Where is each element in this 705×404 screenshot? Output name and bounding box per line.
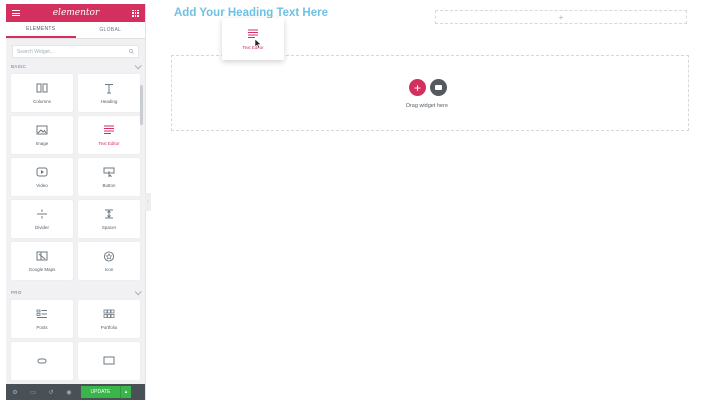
widget-label: Google Maps bbox=[28, 266, 56, 272]
columns-icon bbox=[36, 83, 48, 94]
plus-icon: + bbox=[558, 12, 564, 22]
panel-footer: ⚙ ▭ ↺ ◉ UPDATE ▴ bbox=[6, 384, 145, 400]
widget-label: Icon bbox=[104, 266, 114, 272]
widget-pro-more-2[interactable] bbox=[78, 342, 140, 380]
widgets-grid-icon[interactable] bbox=[132, 9, 139, 17]
widget-posts[interactable]: Posts bbox=[11, 300, 73, 338]
widget-divider[interactable]: Divider bbox=[11, 200, 73, 238]
widget-button[interactable]: Button bbox=[78, 158, 140, 196]
pro-widgets: Posts Portfolio bbox=[6, 300, 145, 380]
collapse-panel-button[interactable]: ‹ bbox=[145, 193, 151, 211]
panel-scrollbar[interactable] bbox=[140, 85, 143, 125]
widget-text-editor[interactable]: Text Editor bbox=[78, 116, 140, 154]
add-section-placeholder[interactable]: + bbox=[435, 10, 687, 24]
history-icon[interactable]: ↺ bbox=[42, 389, 60, 396]
drop-area[interactable]: + Drag widget here bbox=[171, 55, 689, 131]
dragging-widget-ghost: Text Editor bbox=[222, 18, 284, 60]
mouse-cursor-icon bbox=[254, 38, 262, 49]
section-basic-label: BASIC bbox=[11, 63, 27, 69]
slides-icon bbox=[103, 356, 115, 367]
image-icon bbox=[36, 125, 48, 136]
elementor-logo: elementor bbox=[52, 8, 100, 18]
panel-header: elementor bbox=[6, 4, 145, 22]
widget-label: Button bbox=[102, 182, 116, 188]
widget-google-maps[interactable]: Google Maps bbox=[11, 242, 73, 280]
panel-tabs: ELEMENTS GLOBAL bbox=[6, 22, 145, 39]
widget-label: Text Editor bbox=[98, 140, 120, 146]
add-section-button[interactable]: + bbox=[409, 79, 426, 96]
search-placeholder: Search Widget... bbox=[17, 48, 54, 55]
chevron-down-icon bbox=[134, 61, 142, 69]
settings-icon[interactable]: ⚙ bbox=[6, 389, 24, 396]
drop-area-text: Drag widget here bbox=[406, 103, 448, 109]
widget-spacer[interactable]: Spacer bbox=[78, 200, 140, 238]
chevron-down-icon bbox=[134, 287, 142, 295]
text-editor-icon bbox=[103, 125, 115, 136]
widget-search-input[interactable]: Search Widget... bbox=[12, 45, 139, 58]
widget-video[interactable]: Video bbox=[11, 158, 73, 196]
widget-label: Portfolio bbox=[100, 324, 118, 330]
widget-label: Posts bbox=[36, 324, 48, 330]
google-maps-icon bbox=[36, 251, 48, 262]
widget-icon[interactable]: Icon bbox=[78, 242, 140, 280]
button-icon bbox=[103, 167, 115, 178]
navigator-icon[interactable]: ▭ bbox=[24, 389, 42, 396]
heading-icon bbox=[103, 83, 115, 94]
drop-area-buttons: + bbox=[409, 79, 447, 96]
widget-label: Image bbox=[35, 140, 49, 146]
basic-widgets: Columns Heading Image Text Editor Video … bbox=[6, 74, 145, 280]
video-icon bbox=[36, 167, 48, 178]
widget-columns[interactable]: Columns bbox=[11, 74, 73, 112]
divider-icon bbox=[36, 209, 48, 220]
star-icon bbox=[103, 250, 115, 262]
form-icon bbox=[36, 356, 48, 367]
widget-heading[interactable]: Heading bbox=[78, 74, 140, 112]
update-options-button[interactable]: ▴ bbox=[120, 386, 131, 398]
posts-icon bbox=[36, 309, 48, 320]
widget-portfolio[interactable]: Portfolio bbox=[78, 300, 140, 338]
section-pro[interactable]: PRO bbox=[6, 284, 145, 300]
widget-label: Heading bbox=[100, 98, 118, 104]
elementor-panel: elementor ELEMENTS GLOBAL Search Widget.… bbox=[6, 4, 146, 400]
tab-elements[interactable]: ELEMENTS bbox=[6, 22, 76, 38]
portfolio-icon bbox=[103, 309, 115, 320]
template-library-button[interactable] bbox=[430, 79, 447, 96]
section-pro-label: PRO bbox=[11, 289, 22, 295]
widget-label: Spacer bbox=[101, 224, 117, 230]
tab-global[interactable]: GLOBAL bbox=[76, 22, 146, 38]
widget-label: Video bbox=[36, 182, 48, 188]
update-button[interactable]: UPDATE bbox=[81, 386, 120, 398]
folder-icon bbox=[435, 85, 442, 90]
widget-label: Divider bbox=[34, 224, 49, 230]
preview-icon[interactable]: ◉ bbox=[60, 389, 78, 396]
search-icon bbox=[129, 49, 134, 54]
widget-pro-more-1[interactable] bbox=[11, 342, 73, 380]
widget-label: Columns bbox=[33, 98, 51, 104]
section-basic[interactable]: BASIC bbox=[6, 58, 145, 74]
spacer-icon bbox=[103, 209, 115, 220]
widget-image[interactable]: Image bbox=[11, 116, 73, 154]
menu-icon[interactable] bbox=[12, 10, 20, 16]
